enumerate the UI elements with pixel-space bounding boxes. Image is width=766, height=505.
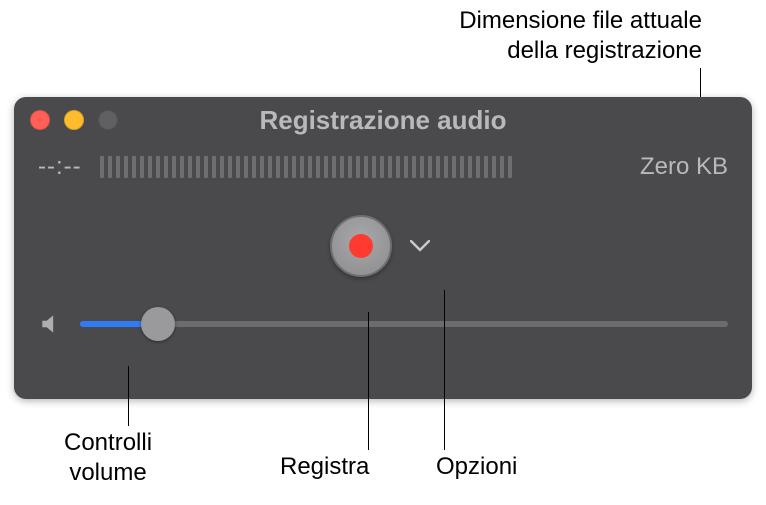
callout-record: Registra	[280, 452, 369, 482]
level-tick	[412, 156, 416, 178]
level-tick	[244, 156, 248, 178]
level-tick	[460, 156, 464, 178]
level-tick	[340, 156, 344, 178]
level-tick	[348, 156, 352, 178]
callout-record-text: Registra	[280, 453, 369, 480]
level-tick	[156, 156, 160, 178]
minimize-button[interactable]	[64, 110, 84, 130]
level-tick	[212, 156, 216, 178]
level-tick	[100, 156, 104, 178]
callout-filesize: Dimensione file attuale della registrazi…	[459, 6, 702, 66]
level-tick	[276, 156, 280, 178]
zoom-button[interactable]	[98, 110, 118, 130]
level-tick	[396, 156, 400, 178]
level-tick	[372, 156, 376, 178]
level-tick	[388, 156, 392, 178]
level-tick	[124, 156, 128, 178]
level-tick	[428, 156, 432, 178]
level-tick	[484, 156, 488, 178]
level-tick	[300, 156, 304, 178]
level-tick	[236, 156, 240, 178]
volume-row	[14, 311, 752, 337]
level-tick	[260, 156, 264, 178]
level-tick	[140, 156, 144, 178]
level-tick	[204, 156, 208, 178]
speaker-low-icon	[38, 311, 64, 337]
level-tick	[436, 156, 440, 178]
level-tick	[508, 156, 512, 178]
level-tick	[180, 156, 184, 178]
audio-recording-window: Registrazione audio --:-- Zero KB	[14, 97, 752, 399]
level-tick	[252, 156, 256, 178]
window-title: Registrazione audio	[14, 105, 752, 136]
level-tick	[404, 156, 408, 178]
level-tick	[308, 156, 312, 178]
level-tick	[452, 156, 456, 178]
traffic-lights	[30, 110, 118, 130]
timecode: --:--	[38, 153, 82, 181]
callout-options-text: Opzioni	[436, 453, 517, 480]
level-tick	[356, 156, 360, 178]
level-meter	[100, 156, 622, 178]
level-tick	[284, 156, 288, 178]
callout-volume-line2: volume	[69, 459, 146, 486]
level-tick	[188, 156, 192, 178]
level-tick	[116, 156, 120, 178]
level-tick	[220, 156, 224, 178]
level-tick	[316, 156, 320, 178]
callout-filesize-line2: della registrazione	[507, 37, 702, 64]
level-tick	[228, 156, 232, 178]
callout-line	[128, 366, 129, 426]
level-tick	[324, 156, 328, 178]
callout-options: Opzioni	[436, 452, 517, 482]
chevron-down-icon	[410, 240, 430, 252]
record-icon	[349, 234, 373, 258]
close-button[interactable]	[30, 110, 50, 130]
level-tick	[468, 156, 472, 178]
level-tick	[172, 156, 176, 178]
options-button[interactable]	[404, 234, 436, 258]
callout-volume-line1: Controlli	[64, 429, 152, 456]
level-tick	[108, 156, 112, 178]
level-tick	[196, 156, 200, 178]
volume-slider[interactable]	[80, 321, 728, 327]
level-tick	[476, 156, 480, 178]
level-tick	[444, 156, 448, 178]
level-tick	[380, 156, 384, 178]
callout-volume: Controlli volume	[64, 428, 152, 488]
callout-line	[444, 290, 445, 450]
level-tick	[332, 156, 336, 178]
filesize-readout: Zero KB	[640, 153, 728, 181]
level-tick	[268, 156, 272, 178]
callout-filesize-line1: Dimensione file attuale	[459, 7, 702, 34]
level-tick	[420, 156, 424, 178]
level-tick	[500, 156, 504, 178]
volume-slider-thumb[interactable]	[141, 307, 175, 341]
level-tick	[292, 156, 296, 178]
controls-row	[14, 211, 752, 281]
callout-line	[368, 312, 369, 450]
level-tick	[164, 156, 168, 178]
level-tick	[148, 156, 152, 178]
level-tick	[132, 156, 136, 178]
titlebar: Registrazione audio	[14, 97, 752, 143]
record-button[interactable]	[330, 215, 392, 277]
info-row: --:-- Zero KB	[14, 143, 752, 181]
level-tick	[492, 156, 496, 178]
level-tick	[364, 156, 368, 178]
